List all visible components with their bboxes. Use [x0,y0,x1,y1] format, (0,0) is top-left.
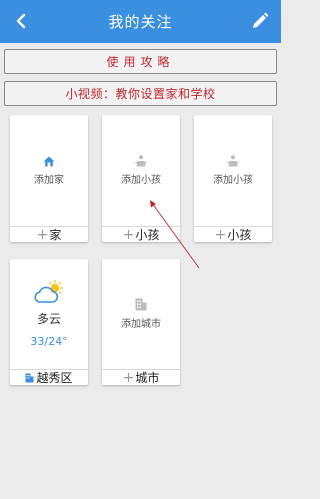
add-home-label: 添加家 [34,174,64,186]
guide-banner[interactable]: 使用攻略 [4,49,277,74]
add-home-card[interactable]: 添加家 + 家 [10,115,88,242]
card-footer: + 小孩 [194,226,272,242]
plus-icon: + [36,226,49,243]
weather-condition: 多云 [36,312,61,326]
app-header: 我的关注 [0,0,281,43]
weather-card[interactable]: 多云 33/24° 越秀区 [10,259,88,385]
building-icon [25,373,34,382]
card-footer: 越秀区 [10,369,88,385]
add-child-card[interactable]: 添加小孩 + 小孩 [102,115,180,242]
child-icon [135,155,147,167]
child-footer-label: 小孩 [135,228,160,242]
pencil-icon [253,12,269,28]
add-city-card[interactable]: 添加城市 + 城市 [102,259,180,385]
partly-cloudy-icon [34,280,63,303]
annotation-arrow [150,200,200,269]
page-title: 我的关注 [108,13,173,31]
weather-temperature: 33/24° [30,335,68,348]
chevron-left-icon [16,13,26,29]
add-child-label: 添加小孩 [121,175,161,186]
plus-icon: + [214,226,227,243]
guide-banner-label: 使用攻略 [106,55,175,69]
card-body: 多云 33/24° [10,259,88,369]
plus-icon: + [122,369,135,386]
edit-button[interactable] [245,6,275,36]
child-icon [227,155,239,167]
home-footer-label: 家 [49,228,62,242]
card-footer: + 小孩 [102,226,180,242]
child-footer-label: 小孩 [227,228,252,242]
house-icon [43,156,55,166]
add-city-label: 添加城市 [121,319,161,330]
weather-location: 越秀区 [36,371,73,385]
building-icon [135,298,147,311]
card-footer: + 家 [10,226,88,242]
card-body: 添加小孩 [194,115,272,226]
card-body: 添加城市 [102,259,180,369]
add-child-label: 添加小孩 [213,175,253,186]
back-button[interactable] [6,6,36,36]
card-body: 添加家 [10,115,88,226]
plus-icon: + [122,226,135,243]
card-footer: + 城市 [102,369,180,385]
city-footer-label: 城市 [135,371,160,385]
add-child-card[interactable]: 添加小孩 + 小孩 [194,115,272,242]
card-body: 添加小孩 [102,115,180,226]
video-tutorial-banner[interactable]: 小视频：教你设置家和学校 [4,81,277,106]
video-banner-label: 小视频：教你设置家和学校 [65,87,216,101]
